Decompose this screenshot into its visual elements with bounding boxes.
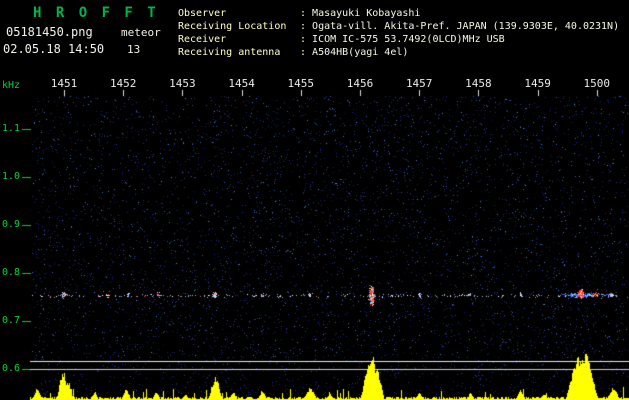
freq-tick-label: 1.0: [1, 171, 20, 182]
info-label: Receiver: [178, 34, 227, 45]
mode-label: meteor: [121, 26, 161, 39]
info-value: Ogata-vill. Akita-Pref. JAPAN (139.9303E…: [312, 21, 620, 32]
time-axis: 1451 1452 1453 1454 1455 1456 1457 1458 1459 1500: [0, 77, 629, 90]
station-info-row: Receiving antenna: A504HB(yagi 4el): [178, 46, 619, 59]
info-value: Masayuki Kobayashi: [312, 8, 421, 19]
frequency-axis: 1.1 1.0 0.9 0.8 0.7 0.6: [0, 0, 21, 400]
app-logo: H R O F F T: [33, 5, 159, 21]
time-tick-label: 1457: [405, 77, 433, 90]
station-info-row: Observer: Masayuki Kobayashi: [178, 7, 619, 20]
time-tick-label: 1455: [287, 77, 315, 90]
time-tick-label: 1458: [465, 77, 492, 90]
time-tick-label: 1454: [228, 77, 255, 90]
station-info-row: Receiving Location: Ogata-vill. Akita-Pr…: [178, 20, 619, 33]
station-info-row: Receiver: ICOM IC-575 53.7492(0LCD)MHz U…: [178, 33, 619, 46]
label-colon: :: [300, 21, 313, 32]
time-tick-label: 1500: [583, 77, 611, 90]
time-tick-label: 1456: [346, 77, 374, 90]
label-colon: :: [300, 8, 313, 19]
spectrogram-canvas: [0, 0, 629, 400]
freq-tick-label: 0.8: [1, 267, 20, 278]
freq-tick-label: 0.7: [1, 315, 20, 326]
freq-tick-label: 0.9: [1, 219, 20, 230]
label-colon: :: [300, 47, 313, 58]
info-value: A504HB(yagi 4el): [312, 47, 409, 58]
freq-tick-label: 0.6: [1, 363, 20, 374]
info-label: Receiving antenna: [178, 47, 281, 58]
time-tick-label: 1459: [524, 77, 551, 90]
echo-count: 13: [127, 43, 141, 56]
time-tick-label: 1453: [169, 77, 196, 90]
info-label: Observer: [178, 8, 227, 19]
station-info: Observer: Masayuki Kobayashi Receiving L…: [178, 7, 619, 59]
info-label: Receiving Location: [178, 21, 287, 32]
freq-tick-label: 1.1: [1, 123, 20, 134]
info-value: ICOM IC-575 53.7492(0LCD)MHz USB: [312, 34, 505, 45]
time-tick-label: 1452: [109, 77, 137, 90]
time-tick-label: 1451: [50, 77, 78, 90]
label-colon: :: [300, 34, 313, 45]
hrofft-screen: H R O F F T 05181450.png meteor 02.05.18…: [0, 0, 629, 400]
